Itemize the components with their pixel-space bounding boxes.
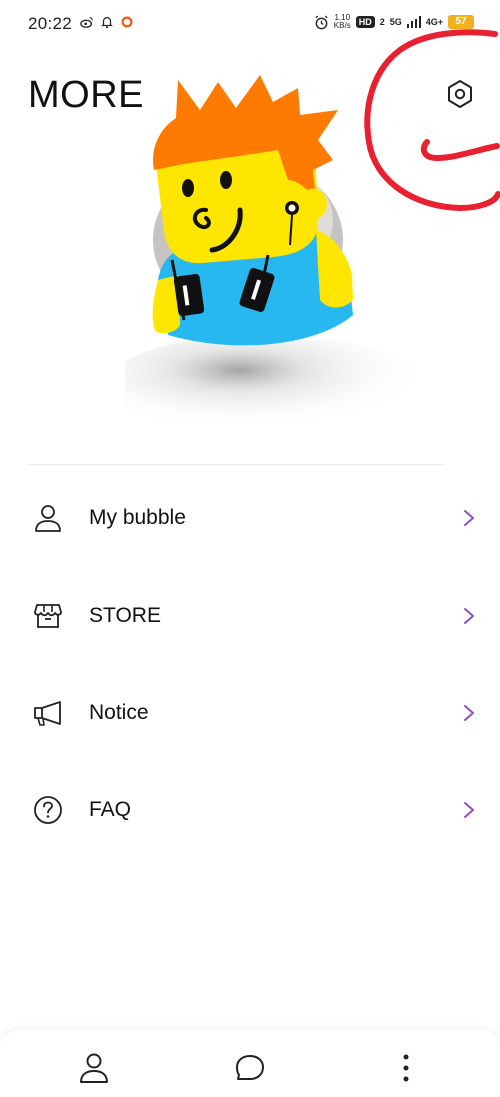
red-annotation-scribble	[364, 29, 500, 212]
record-circle-icon	[121, 16, 133, 28]
signal-4g: 4G+	[425, 17, 443, 27]
nav-profile-button[interactable]	[74, 1048, 114, 1088]
chat-bubble-icon	[236, 1055, 264, 1080]
nav-more-button[interactable]	[386, 1048, 426, 1088]
status-bar: 20:22 1.10 KB/s HD 2 5G 4G+ 57	[0, 0, 500, 48]
chevron-right-icon	[464, 510, 474, 526]
profile-icon	[80, 1053, 108, 1083]
menu-label-faq: FAQ	[89, 798, 132, 821]
avatar[interactable]	[148, 70, 358, 355]
avatar-shadow	[125, 340, 425, 435]
person-icon	[32, 502, 64, 534]
question-icon	[32, 794, 64, 826]
chevron-right-icon	[464, 608, 474, 624]
status-right-icons: 1.10 KB/s HD 2 5G 4G+ 57	[314, 14, 474, 30]
hd-badge: HD	[355, 16, 375, 28]
menu-label-store: STORE	[89, 604, 161, 627]
alarm-icon	[315, 14, 328, 29]
nav-chat-button[interactable]	[230, 1048, 270, 1088]
hd-label: HD	[358, 17, 372, 27]
signal-5g: 5G	[389, 17, 402, 27]
store-icon	[32, 600, 64, 632]
menu-item-store[interactable]: STORE	[0, 580, 500, 652]
speed-unit: KB/s	[333, 21, 351, 30]
network-speed: 1.10 KB/s	[334, 14, 351, 30]
battery-level: 57	[455, 16, 467, 27]
menu-item-faq[interactable]: FAQ	[0, 774, 500, 846]
weibo-icon	[80, 17, 93, 28]
settings-button[interactable]	[440, 74, 480, 114]
status-time: 20:22	[28, 14, 73, 33]
bell-icon	[101, 17, 113, 29]
status-notification-icons	[80, 14, 134, 30]
chevron-right-icon	[464, 802, 474, 818]
bottom-navigation	[0, 1030, 500, 1097]
divider	[28, 464, 444, 465]
more-vertical-icon	[403, 1054, 409, 1082]
menu-label-my-bubble: My bubble	[89, 506, 186, 529]
menu-label-notice: Notice	[89, 701, 149, 724]
settings-icon	[448, 80, 472, 108]
chevron-right-icon	[464, 705, 474, 721]
hd-sub: 2	[379, 17, 385, 27]
signal-bars-icon	[406, 16, 421, 28]
page-title: MORE	[28, 74, 144, 116]
menu-item-notice[interactable]: Notice	[0, 677, 500, 749]
megaphone-icon	[32, 697, 64, 729]
menu-item-my-bubble[interactable]: My bubble	[0, 482, 500, 554]
battery-indicator: 57	[448, 15, 474, 29]
